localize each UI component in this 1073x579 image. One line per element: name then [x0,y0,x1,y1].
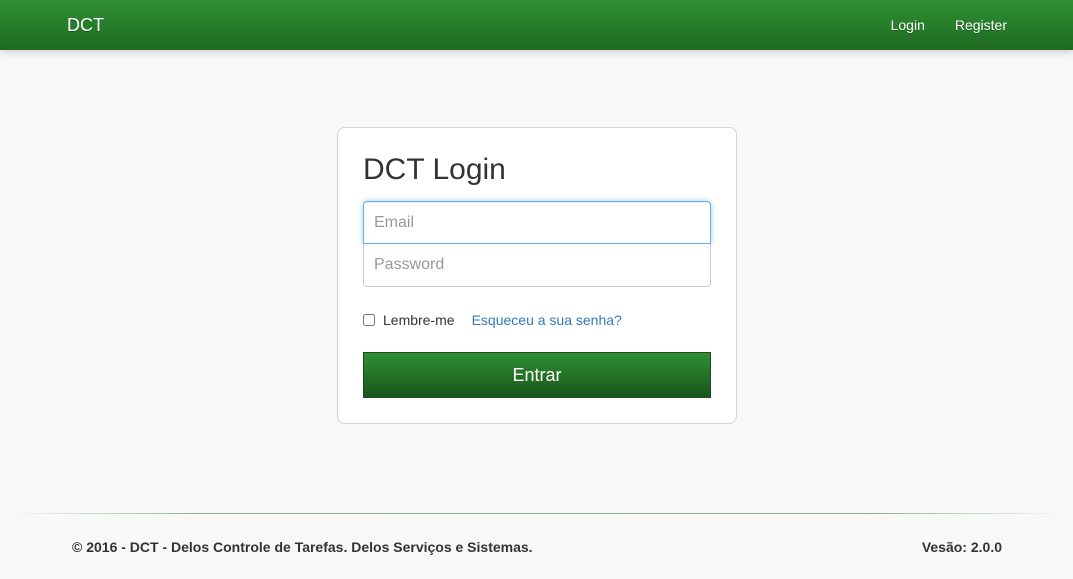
nav-login-link[interactable]: Login [891,17,925,33]
nav-links: Login Register [891,17,1007,33]
footer-divider [10,513,1063,514]
brand-link[interactable]: DCT [67,15,104,35]
footer-version: Vesão: 2.0.0 [921,539,1002,555]
remember-me-label[interactable]: Lembre-me [383,312,455,328]
top-navbar: DCT Login Register [0,0,1073,50]
email-input[interactable] [363,201,711,244]
footer: © 2016 - DCT - Delos Controle de Tarefas… [0,513,1073,579]
nav-register-link[interactable]: Register [955,17,1007,33]
footer-copyright: © 2016 - DCT - Delos Controle de Tarefas… [72,539,533,555]
login-title: DCT Login [363,153,506,186]
password-input[interactable] [363,244,711,287]
remember-me-checkbox[interactable] [363,314,375,326]
login-submit-button[interactable]: Entrar [363,352,711,398]
remember-row: Lembre-me Esqueceu a sua senha? [363,311,622,329]
forgot-password-link[interactable]: Esqueceu a sua senha? [472,312,622,328]
login-panel: DCT Login Lembre-me Esqueceu a sua senha… [337,127,737,424]
